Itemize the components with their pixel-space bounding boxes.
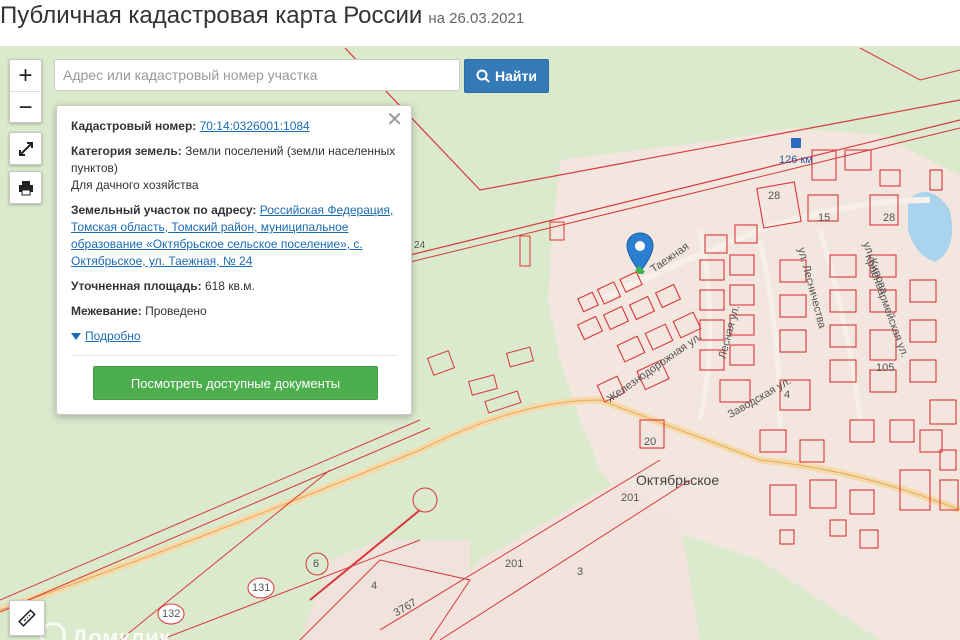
map-date: на 26.03.2021 bbox=[428, 10, 525, 27]
search-icon bbox=[476, 69, 490, 83]
map-label-131: 131 bbox=[252, 582, 271, 594]
details-link[interactable]: Подробно bbox=[85, 328, 141, 345]
expand-icon bbox=[18, 141, 33, 156]
map-pin-icon[interactable] bbox=[626, 232, 654, 274]
land-category-row: Категория земель: Земли поселений (земли… bbox=[71, 143, 397, 194]
survey-value: Проведено bbox=[145, 304, 207, 318]
ruler-button[interactable] bbox=[9, 600, 45, 636]
area-label: Уточненная площадь: bbox=[71, 279, 202, 293]
zoom-in-button[interactable]: + bbox=[10, 60, 41, 92]
address-row: Земельный участок по адресу: Российская … bbox=[71, 202, 397, 270]
map-label-6: 6 bbox=[313, 558, 320, 570]
map-label-settlement: Октябрьское bbox=[636, 472, 720, 488]
map-label-105: 105 bbox=[876, 362, 895, 374]
land-category-label: Категория земель: bbox=[71, 144, 182, 158]
map-label-3: 3 bbox=[577, 566, 584, 578]
cadastral-number-row: Кадастровый номер: 70:14:0326001:1084 bbox=[71, 118, 397, 135]
printer-icon bbox=[18, 180, 33, 195]
permitted-use-value: Для дачного хозяйства bbox=[71, 178, 199, 192]
page-title-text: Публичная кадастровая карта России bbox=[0, 2, 423, 29]
map-label-132: 132 bbox=[162, 608, 181, 620]
map-label-201a: 201 bbox=[621, 492, 640, 504]
close-icon[interactable]: ✕ bbox=[386, 110, 403, 130]
map-label-4b: 4 bbox=[784, 389, 791, 401]
map-label-15: 15 bbox=[818, 212, 831, 224]
cadastral-number-label: Кадастровый номер: bbox=[71, 119, 197, 133]
search-button-label: Найти bbox=[495, 68, 537, 84]
map-label-28a: 28 bbox=[768, 190, 781, 202]
zoom-out-button[interactable]: − bbox=[10, 92, 41, 123]
print-button[interactable] bbox=[9, 171, 42, 204]
page-title: Публичная кадастровая карта России на 26.… bbox=[0, 2, 524, 30]
survey-label: Межевание: bbox=[71, 304, 142, 318]
map-label-20: 20 bbox=[644, 436, 657, 448]
area-row: Уточненная площадь: 618 кв.м. bbox=[71, 278, 397, 295]
cadastral-number-link[interactable]: 70:14:0326001:1084 bbox=[200, 119, 310, 133]
ruler-icon bbox=[18, 609, 36, 627]
map-label-road-24: 24 bbox=[414, 240, 426, 251]
fullscreen-button[interactable] bbox=[9, 132, 42, 165]
triangle-down-icon bbox=[71, 332, 81, 340]
search-button[interactable]: Найти bbox=[464, 59, 549, 93]
header: Публичная кадастровая карта России на 26.… bbox=[0, 0, 960, 46]
area-value: 618 кв.м. bbox=[204, 279, 255, 293]
map-label-201b: 201 bbox=[505, 558, 524, 570]
map-label-4a: 4 bbox=[371, 580, 378, 592]
search-input[interactable] bbox=[54, 59, 460, 91]
map-label-28b: 28 bbox=[883, 212, 896, 224]
address-label: Земельный участок по адресу: bbox=[71, 203, 257, 217]
zoom-control: + − bbox=[9, 59, 42, 123]
survey-row: Межевание: Проведено bbox=[71, 303, 397, 320]
watermark: Домклик bbox=[72, 625, 171, 640]
bus-stop-icon bbox=[791, 138, 801, 148]
popup-divider bbox=[71, 355, 397, 356]
details-toggle[interactable]: Подробно bbox=[71, 328, 397, 345]
view-documents-button[interactable]: Посмотреть доступные документы bbox=[93, 366, 378, 400]
map-label-km: 126 км bbox=[779, 154, 813, 166]
parcel-info-popup: ✕ Кадастровый номер: 70:14:0326001:1084 … bbox=[56, 105, 412, 415]
